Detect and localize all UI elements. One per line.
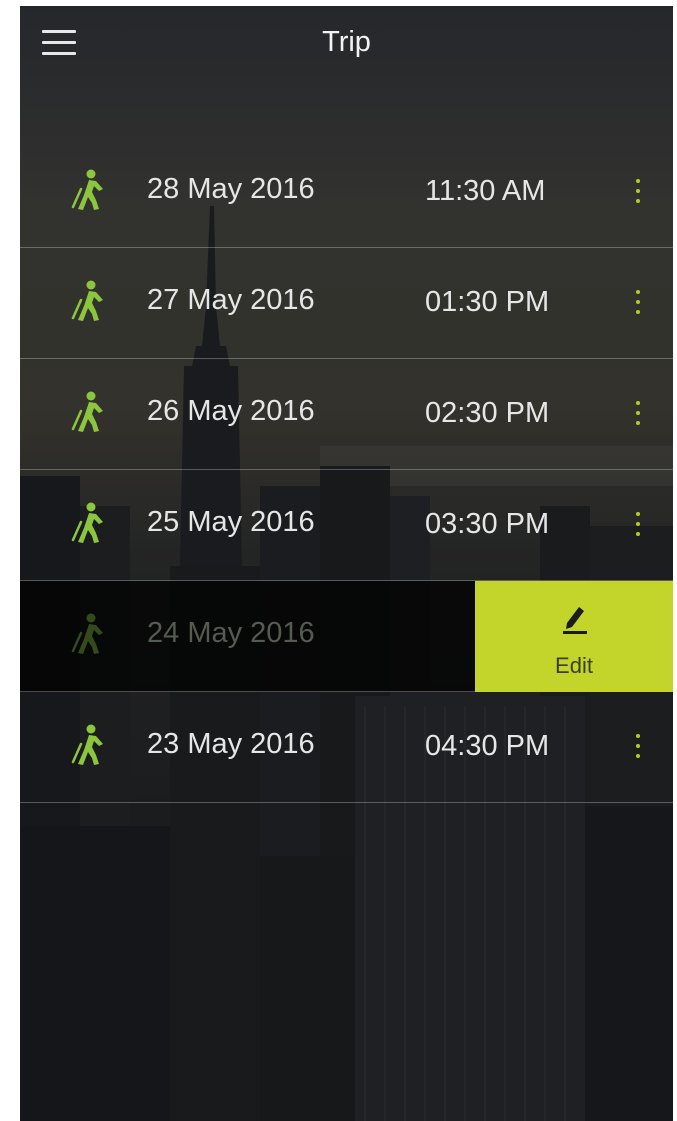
more-options-icon[interactable] — [628, 175, 648, 209]
walking-person-icon — [71, 502, 103, 543]
trip-time: 02:30 PM — [425, 397, 550, 429]
app-screen: Trip 28 May 2016 11:30 AM 27 May 2016 01… — [20, 6, 673, 1121]
edit-button[interactable]: Edit — [475, 581, 673, 692]
trip-row[interactable]: 27 May 2016 01:30 PM — [20, 248, 673, 359]
page-title: Trip — [322, 26, 371, 58]
walking-person-icon — [71, 724, 103, 765]
trip-time: 04:30 PM — [425, 730, 550, 762]
trip-date: 28 May 2016 — [147, 173, 315, 205]
walking-person-icon — [71, 391, 103, 432]
trip-date: 24 May 2016 — [147, 617, 315, 649]
pencil-icon — [563, 607, 587, 634]
trip-time: 11:30 AM — [425, 175, 546, 207]
trip-date: 23 May 2016 — [147, 728, 315, 760]
trip-list: 28 May 2016 11:30 AM 27 May 2016 01:30 P… — [20, 137, 673, 803]
more-options-icon[interactable] — [628, 397, 648, 431]
walking-person-icon — [71, 169, 103, 210]
walking-person-icon — [71, 280, 103, 321]
more-options-icon[interactable] — [628, 286, 648, 320]
trip-row[interactable]: 26 May 2016 02:30 PM — [20, 359, 673, 470]
app-bar: Trip — [20, 6, 673, 86]
trip-date: 25 May 2016 — [147, 506, 315, 538]
more-options-icon[interactable] — [628, 730, 648, 764]
walking-person-icon — [71, 613, 103, 654]
edit-label: Edit — [555, 653, 593, 678]
trip-row[interactable]: 28 May 2016 11:30 AM — [20, 137, 673, 248]
trip-time: 03:30 PM — [425, 508, 550, 540]
trip-date: 27 May 2016 — [147, 284, 315, 316]
trip-row-swiped[interactable]: 24 May 2016 Edit — [20, 581, 673, 692]
trip-time: 01:30 PM — [425, 286, 550, 318]
trip-row[interactable]: 23 May 2016 04:30 PM — [20, 692, 673, 803]
trip-row[interactable]: 25 May 2016 03:30 PM — [20, 470, 673, 581]
trip-date: 26 May 2016 — [147, 395, 315, 427]
more-options-icon[interactable] — [628, 508, 648, 542]
